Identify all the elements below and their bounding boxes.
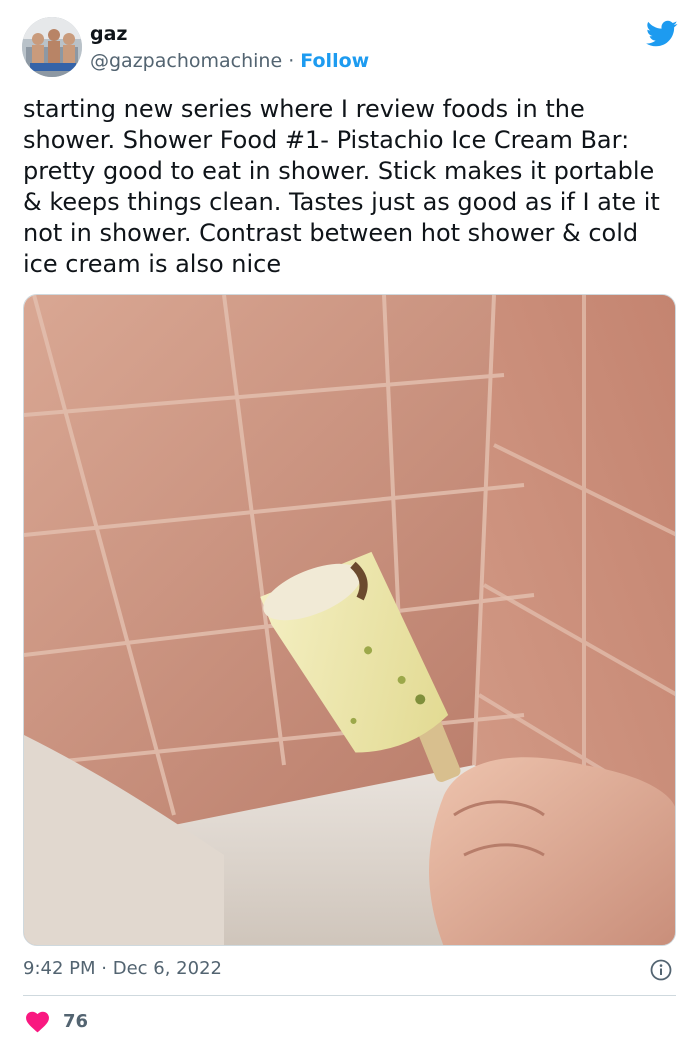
heart-icon[interactable] xyxy=(25,1011,50,1033)
tweet-time: 9:42 PM xyxy=(23,958,96,979)
separator-dot: · xyxy=(288,50,295,72)
avatar-photo xyxy=(22,17,82,77)
separator-dot: · xyxy=(101,958,107,979)
avatar[interactable] xyxy=(22,17,82,77)
tweet-card: gaz @gazpachomachine · Follow starting n… xyxy=(0,0,700,1049)
handle-line: @gazpachomachine · Follow xyxy=(90,50,369,72)
like-count[interactable]: 76 xyxy=(63,1011,88,1032)
tweet-text: starting new series where I review foods… xyxy=(23,95,660,278)
follow-button[interactable]: Follow xyxy=(300,50,369,72)
tweet-photo xyxy=(24,295,675,945)
tweet-date: Dec 6, 2022 xyxy=(112,958,222,979)
display-name[interactable]: gaz xyxy=(90,23,127,45)
twitter-bird-icon[interactable] xyxy=(646,20,678,48)
user-handle[interactable]: @gazpachomachine xyxy=(90,50,282,72)
tweet-media[interactable] xyxy=(23,294,676,946)
timestamp[interactable]: 9:42 PM · Dec 6, 2022 xyxy=(23,958,222,979)
info-icon[interactable] xyxy=(650,959,672,981)
divider xyxy=(23,995,676,996)
